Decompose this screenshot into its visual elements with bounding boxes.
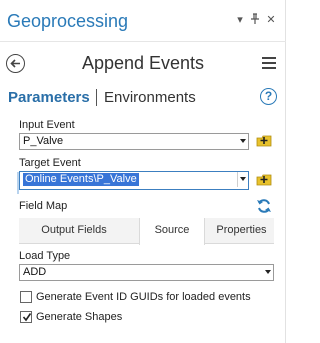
load-type-value: ADD xyxy=(23,266,47,278)
target-event-label: Target Event xyxy=(19,157,81,169)
target-event-combo[interactable]: Online Events\P_Valve xyxy=(19,171,249,190)
help-icon[interactable]: ? xyxy=(260,88,277,105)
chevron-down-icon xyxy=(240,139,246,143)
tab-source[interactable]: Source xyxy=(139,218,205,245)
input-event-value: P_Valve xyxy=(23,135,64,147)
pane-title-bar: Geoprocessing ▾ ✕ xyxy=(0,0,286,42)
field-map-tabs: Output Fields Source Properties xyxy=(19,218,274,245)
add-dataset-icon[interactable] xyxy=(256,133,272,147)
field-map-label: Field Map xyxy=(19,200,68,212)
add-dataset-icon[interactable] xyxy=(256,172,272,186)
pane-title: Geoprocessing xyxy=(7,11,129,31)
geoprocessing-pane: Geoprocessing ▾ ✕ Append Events Paramete… xyxy=(0,0,286,343)
checkmark-icon xyxy=(22,313,32,322)
chevron-down-icon xyxy=(240,177,246,181)
input-event-combo[interactable]: P_Valve xyxy=(19,133,249,150)
close-icon[interactable]: ✕ xyxy=(265,13,277,27)
target-event-value: Online Events\P_Valve xyxy=(23,173,139,186)
hamburger-menu-icon[interactable] xyxy=(262,57,276,71)
refresh-icon[interactable] xyxy=(256,198,272,214)
tab-separator xyxy=(96,89,97,106)
input-event-label: Input Event xyxy=(19,119,75,131)
tab-environments[interactable]: Environments xyxy=(104,89,196,106)
generate-shapes-label: Generate Shapes xyxy=(36,311,123,323)
tool-title: Append Events xyxy=(81,53,205,73)
load-type-select[interactable]: ADD xyxy=(19,264,274,281)
pane-options-dropdown-icon[interactable]: ▾ xyxy=(234,13,246,27)
tab-output-fields[interactable]: Output Fields xyxy=(19,218,129,244)
chevron-down-icon xyxy=(265,270,271,274)
pin-icon[interactable] xyxy=(249,13,261,27)
load-type-label: Load Type xyxy=(19,250,71,262)
tab-parameters[interactable]: Parameters xyxy=(8,89,90,106)
generate-shapes-checkbox[interactable] xyxy=(20,311,32,323)
generate-guids-checkbox[interactable] xyxy=(20,291,32,303)
generate-guids-label: Generate Event ID GUIDs for loaded event… xyxy=(36,291,251,303)
tab-properties[interactable]: Properties xyxy=(209,218,274,244)
